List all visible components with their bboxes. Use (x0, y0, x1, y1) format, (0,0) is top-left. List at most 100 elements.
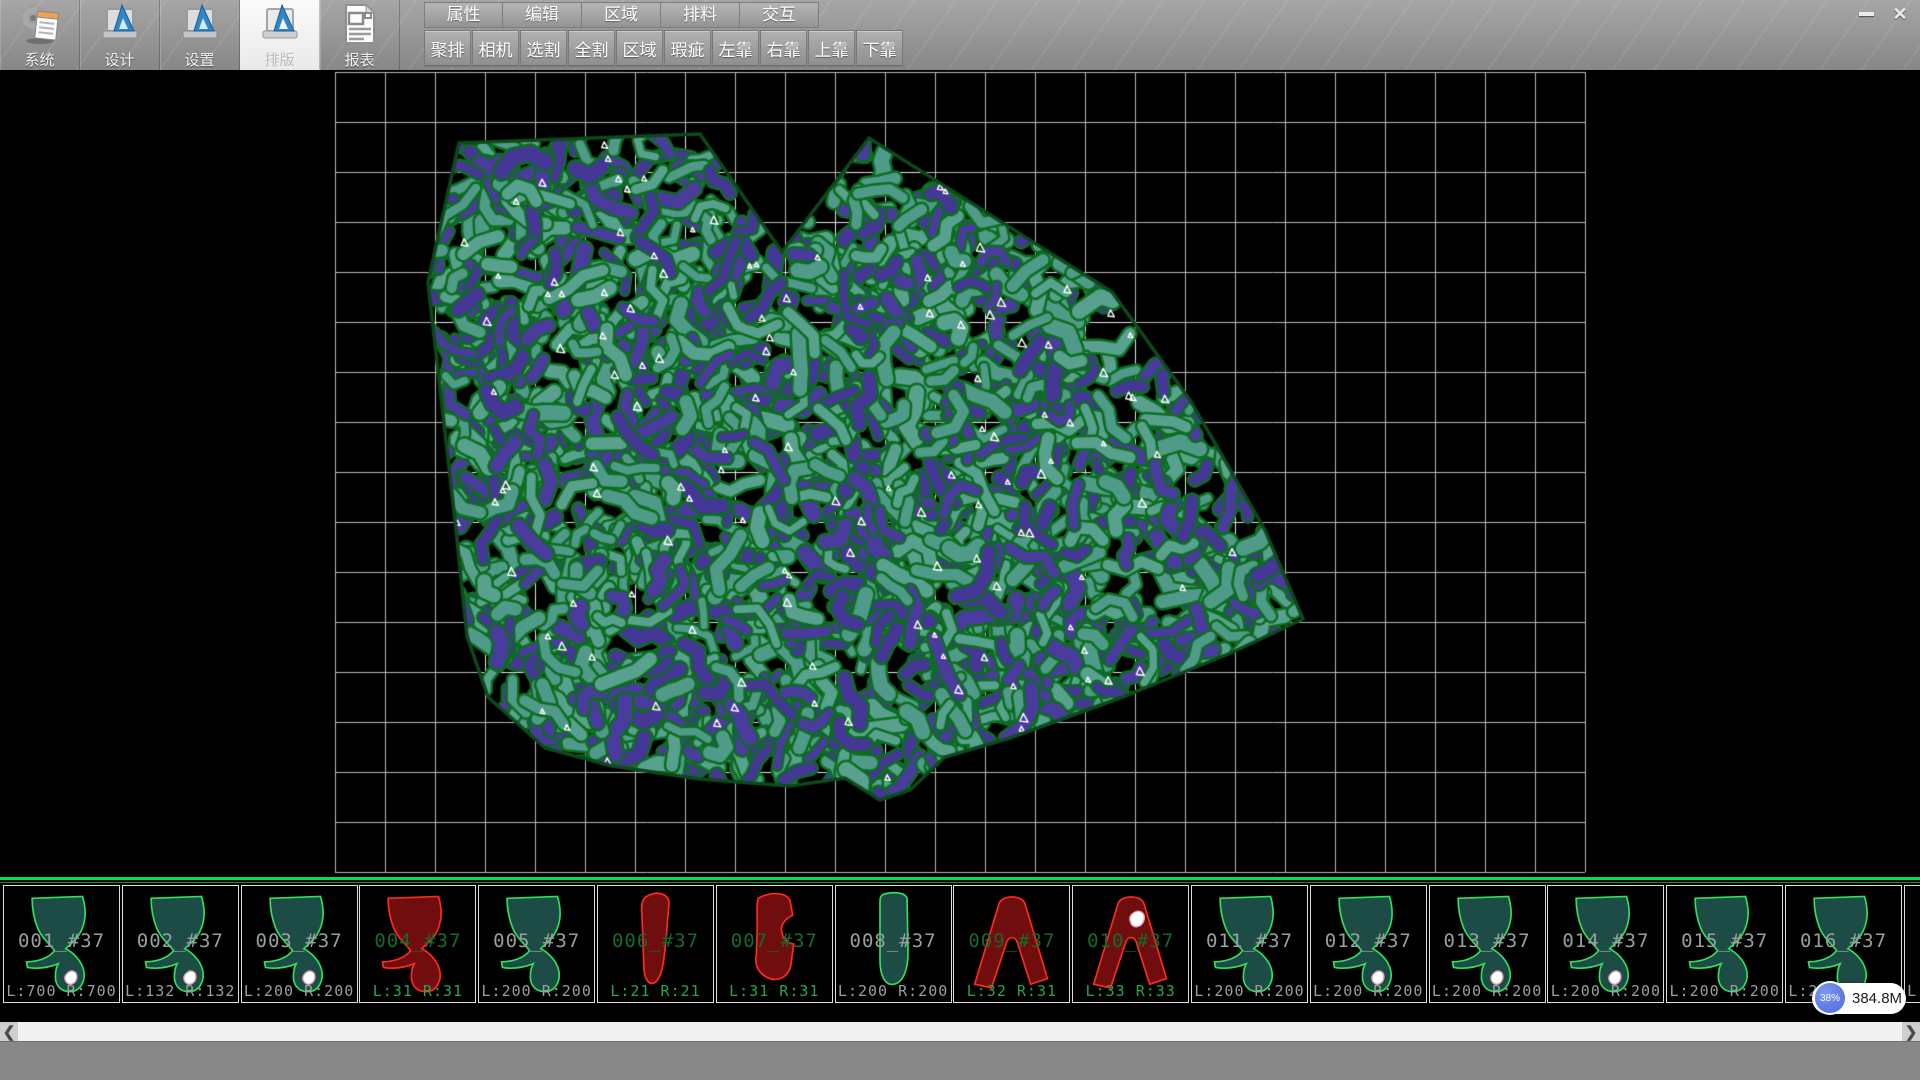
part-lr-count: L:200 R:200 (1430, 982, 1545, 1000)
part-lr-count: L:200 R:200 (479, 982, 594, 1000)
menu-tab-interaction[interactable]: 交互 (740, 2, 819, 28)
laptop-ruler-icon (258, 3, 302, 47)
part-lr-count: L:200 R:200 (1548, 982, 1663, 1000)
part-id-label: 015_#37 (1667, 930, 1782, 952)
part-id-label: 005_#37 (479, 930, 594, 952)
memory-size-value: 384.8M (1852, 983, 1902, 1014)
part-id-label: 008_#37 (836, 930, 951, 952)
main-button-design[interactable]: 设计 (80, 0, 160, 70)
scrollbar-thumb[interactable] (18, 1022, 1902, 1041)
part-id-label: 012_#37 (1311, 930, 1426, 952)
part-thumbnail-013[interactable]: 013_#37 L:200 R:200 (1429, 885, 1546, 1003)
minimize-icon (1859, 12, 1874, 16)
part-thumbnail-004[interactable]: 004_#37 L:31 R:31 (359, 885, 476, 1003)
part-thumbnail-006[interactable]: 006_#37 L:21 R:21 (597, 885, 714, 1003)
scroll-right-arrow-icon[interactable]: ❯ (1902, 1022, 1920, 1041)
close-icon: ✕ (1892, 4, 1907, 25)
tool-button-defect[interactable]: 瑕疵 (664, 30, 711, 67)
part-thumbnail-011[interactable]: 011_#37 L:200 R:200 (1191, 885, 1308, 1003)
laptop-ruler-icon (98, 3, 142, 47)
part-lr-count: L:200 R:200 (1192, 982, 1307, 1000)
part-thumbnail-014[interactable]: 014_#37 L:200 R:200 (1547, 885, 1664, 1003)
part-thumbnail-017[interactable]: 017_#37 L:200 R:200 (1904, 885, 1920, 1003)
part-lr-count: L:31 R:31 (360, 982, 475, 1000)
menu-tab-nesting[interactable]: 排料 (661, 2, 740, 28)
part-thumbnail-002[interactable]: 002_#37 L:132 R:132 (122, 885, 239, 1003)
menu-tab-bar: 属性 编辑 区域 排料 交互 (424, 2, 819, 28)
main-button-label: 报表 (344, 49, 374, 70)
minimize-button[interactable] (1852, 2, 1880, 26)
part-thumbnail-008[interactable]: 008_#37 L:200 R:200 (835, 885, 952, 1003)
tool-button-align-top[interactable]: 上靠 (808, 30, 855, 67)
part-thumbnail-001[interactable]: 001_#37 L:700 R:700 (3, 885, 120, 1003)
top-toolbar: 系统 设计 设置 (0, 0, 1920, 70)
tool-button-select-cut[interactable]: 选割 (520, 30, 567, 67)
part-id-label: 001_#37 (4, 930, 119, 952)
main-button-group: 系统 设计 设置 (0, 0, 400, 70)
part-id-label: 006_#37 (598, 930, 713, 952)
part-lr-count: L:200 R:200 (1667, 982, 1782, 1000)
part-id-label: 002_#37 (123, 930, 238, 952)
part-lr-count: L:200 R:200 (836, 982, 951, 1000)
main-button-label: 设计 (104, 49, 134, 70)
memory-percent-value: 38% (1820, 993, 1840, 1004)
part-id-label: 017_#37 (1905, 930, 1920, 952)
part-thumbnail-003[interactable]: 003_#37 L:200 R:200 (241, 885, 358, 1003)
part-thumbnail-005[interactable]: 005_#37 L:200 R:200 (478, 885, 595, 1003)
part-id-label: 009_#37 (954, 930, 1069, 952)
part-lr-count: L:32 R:31 (954, 982, 1069, 1000)
tool-button-camera[interactable]: 相机 (472, 30, 519, 67)
menu-tab-edit[interactable]: 编辑 (503, 2, 582, 28)
horizontal-scrollbar[interactable]: ❮ ❯ (0, 1022, 1920, 1041)
bottom-status-bar (0, 1041, 1920, 1080)
strip-accent-line-2 (0, 882, 1920, 883)
strip-accent-line (0, 877, 1920, 880)
memory-percent-indicator: 38% (1813, 981, 1847, 1015)
part-thumbnail-007[interactable]: 007_#37 L:31 R:31 (716, 885, 833, 1003)
part-id-label: 003_#37 (242, 930, 357, 952)
tool-button-align-bottom[interactable]: 下靠 (856, 30, 903, 67)
window-controls: ✕ (1852, 2, 1914, 26)
nesting-canvas[interactable] (0, 70, 1920, 877)
part-lr-count: L:21 R:21 (598, 982, 713, 1000)
main-button-label: 设置 (184, 49, 214, 70)
menu-tab-properties[interactable]: 属性 (424, 2, 503, 28)
close-button[interactable]: ✕ (1886, 2, 1914, 26)
main-button-label: 排版 (264, 49, 294, 70)
part-lr-count: L:33 R:33 (1073, 982, 1188, 1000)
part-thumbnail-010[interactable]: 010_#37 L:33 R:33 (1072, 885, 1189, 1003)
tool-button-cluster-nest[interactable]: 聚排 (424, 30, 471, 67)
part-id-label: 013_#37 (1430, 930, 1545, 952)
part-thumbnail-012[interactable]: 012_#37 L:200 R:200 (1310, 885, 1427, 1003)
menu-tab-region[interactable]: 区域 (582, 2, 661, 28)
tool-button-row: 聚排 相机 选割 全割 区域 瑕疵 左靠 右靠 上靠 下靠 (424, 30, 904, 67)
parts-thumbnail-strip: 001_#37 L:700 R:700 002_#37 L:132 R:132 … (0, 877, 1920, 1022)
part-id-label: 011_#37 (1192, 930, 1307, 952)
part-thumbnail-009[interactable]: 009_#37 L:32 R:31 (953, 885, 1070, 1003)
gear-notepad-icon (18, 3, 62, 47)
main-button-system[interactable]: 系统 (0, 0, 80, 70)
main-button-report[interactable]: 报表 (320, 0, 400, 70)
part-id-label: 007_#37 (717, 930, 832, 952)
main-button-nesting[interactable]: 排版 (240, 0, 320, 70)
main-button-label: 系统 (24, 49, 54, 70)
tool-button-cut-all[interactable]: 全割 (568, 30, 615, 67)
scroll-left-arrow-icon[interactable]: ❮ (0, 1022, 18, 1041)
part-lr-count: L:31 R:31 (717, 982, 832, 1000)
part-lr-count: L:132 R:132 (123, 982, 238, 1000)
part-id-label: 004_#37 (360, 930, 475, 952)
laptop-ruler-icon (178, 3, 222, 47)
part-id-label: 016_#37 (1786, 930, 1901, 952)
part-lr-count: L:200 R:200 (242, 982, 357, 1000)
part-lr-count: L:200 R:200 (1905, 982, 1920, 1000)
part-thumbnail-015[interactable]: 015_#37 L:200 R:200 (1666, 885, 1783, 1003)
tool-button-region[interactable]: 区域 (616, 30, 663, 67)
tool-button-align-left[interactable]: 左靠 (712, 30, 759, 67)
tool-button-align-right[interactable]: 右靠 (760, 30, 807, 67)
part-lr-count: L:200 R:200 (1311, 982, 1426, 1000)
part-id-label: 010_#37 (1073, 930, 1188, 952)
report-icon (338, 3, 382, 47)
main-button-settings[interactable]: 设置 (160, 0, 240, 70)
memory-usage-badge[interactable]: 38% 384.8M (1812, 983, 1906, 1014)
part-id-label: 014_#37 (1548, 930, 1663, 952)
